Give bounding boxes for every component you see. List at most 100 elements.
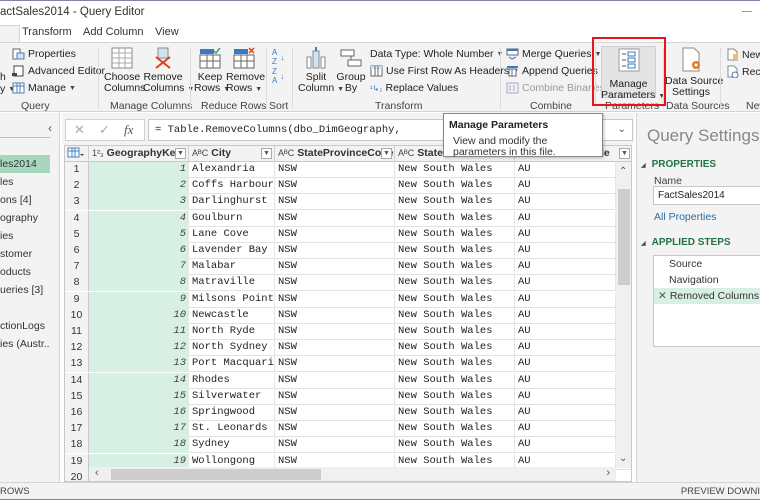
cell-stateprovincename[interactable]: New South Wales bbox=[395, 437, 515, 454]
query-item[interactable]: ography bbox=[0, 209, 50, 227]
cell-countryregioncode[interactable]: AU bbox=[515, 405, 616, 421]
data-type-dropdown[interactable]: Data Type: Whole Number ▼ bbox=[370, 48, 503, 60]
manage-button[interactable]: Manage ▼ bbox=[12, 82, 76, 94]
cell-stateprovincecode[interactable]: NSW bbox=[275, 275, 395, 292]
row-number[interactable]: 2 bbox=[65, 178, 89, 195]
row-number[interactable]: 11 bbox=[65, 324, 89, 340]
cell-countryregioncode[interactable]: AU bbox=[515, 421, 616, 438]
scroll-right-icon[interactable]: › bbox=[606, 467, 610, 479]
row-number[interactable]: 5 bbox=[65, 226, 89, 243]
refresh-preview-partial[interactable]: h bbox=[0, 71, 6, 83]
query-item[interactable]: stomer bbox=[0, 245, 50, 263]
column-filter-button[interactable]: ▼ bbox=[619, 148, 630, 159]
cell-stateprovincecode[interactable]: NSW bbox=[275, 307, 395, 324]
cell-stateprovincecode[interactable]: NSW bbox=[275, 243, 395, 259]
row-number[interactable]: 19 bbox=[65, 453, 89, 470]
cell-stateprovincename[interactable]: New South Wales bbox=[395, 259, 515, 276]
cell-stateprovincename[interactable]: New South Wales bbox=[395, 210, 515, 227]
query-item[interactable]: oducts bbox=[0, 263, 50, 281]
query-item[interactable]: ons [4] bbox=[0, 191, 50, 209]
split-column-button[interactable]: Split Column ▼ bbox=[298, 47, 344, 95]
row-number[interactable]: 6 bbox=[65, 243, 89, 259]
row-number[interactable]: 1 bbox=[65, 162, 89, 178]
cell-city[interactable]: Silverwater bbox=[189, 388, 275, 405]
row-number[interactable]: 15 bbox=[65, 388, 89, 405]
cell-stateprovincecode[interactable]: NSW bbox=[275, 421, 395, 438]
delete-step-icon[interactable]: ✕ bbox=[658, 290, 667, 302]
row-number[interactable]: 4 bbox=[65, 210, 89, 227]
column-filter-button[interactable]: ▼ bbox=[261, 148, 272, 159]
cell-countryregioncode[interactable]: AU bbox=[515, 372, 616, 389]
cell-countryregioncode[interactable]: AU bbox=[515, 307, 616, 324]
cell-stateprovincename[interactable]: New South Wales bbox=[395, 421, 515, 438]
cell-city[interactable]: Coffs Harbour bbox=[189, 178, 275, 195]
row-number[interactable]: 9 bbox=[65, 291, 89, 308]
choose-columns-button[interactable]: Choose Columns bbox=[104, 47, 145, 94]
cell-city[interactable]: Goulburn bbox=[189, 210, 275, 227]
column-header-geographykey[interactable]: 1²₃ GeographyKey ▼ bbox=[89, 146, 189, 162]
cell-stateprovincename[interactable]: New South Wales bbox=[395, 243, 515, 259]
tab-view[interactable]: View bbox=[155, 26, 179, 38]
row-number[interactable]: 14 bbox=[65, 372, 89, 389]
cell-stateprovincename[interactable]: New South Wales bbox=[395, 178, 515, 195]
cell-stateprovincename[interactable]: New South Wales bbox=[395, 162, 515, 178]
row-number[interactable]: 16 bbox=[65, 405, 89, 421]
column-header-city[interactable]: AᴮC City ▼ bbox=[189, 146, 275, 162]
cell-stateprovincename[interactable]: New South Wales bbox=[395, 405, 515, 421]
cell-geographykey[interactable]: 11 bbox=[89, 324, 189, 340]
cell-stateprovincecode[interactable]: NSW bbox=[275, 388, 395, 405]
cell-geographykey[interactable]: 16 bbox=[89, 405, 189, 421]
query-item[interactable]: les2014 bbox=[0, 155, 50, 173]
query-group[interactable]: ueries [3] bbox=[0, 281, 50, 299]
column-filter-button[interactable]: ▼ bbox=[175, 148, 186, 159]
query-item[interactable]: les bbox=[0, 173, 50, 191]
cell-city[interactable]: Alexandria bbox=[189, 162, 275, 178]
cell-geographykey[interactable]: 6 bbox=[89, 243, 189, 259]
cell-stateprovincename[interactable]: New South Wales bbox=[395, 291, 515, 308]
properties-button[interactable]: Properties bbox=[12, 48, 76, 60]
remove-rows-button[interactable]: Remove Rows ▼ bbox=[226, 47, 265, 95]
cell-stateprovincename[interactable]: New South Wales bbox=[395, 226, 515, 243]
tab-add-column[interactable]: Add Column bbox=[83, 26, 144, 38]
cell-geographykey[interactable]: 10 bbox=[89, 307, 189, 324]
cell-geographykey[interactable]: 15 bbox=[89, 388, 189, 405]
group-by-button[interactable]: Group By bbox=[336, 47, 366, 94]
all-properties-link[interactable]: All Properties bbox=[654, 211, 716, 223]
cell-geographykey[interactable]: 9 bbox=[89, 291, 189, 308]
cell-countryregioncode[interactable]: AU bbox=[515, 178, 616, 195]
advanced-editor-button[interactable]: Advanced Editor bbox=[12, 65, 105, 77]
cell-stateprovincecode[interactable]: NSW bbox=[275, 356, 395, 373]
cell-countryregioncode[interactable]: AU bbox=[515, 259, 616, 276]
cell-geographykey[interactable]: 1 bbox=[89, 162, 189, 178]
cell-city[interactable]: St. Leonards bbox=[189, 421, 275, 438]
query-item[interactable]: ctionLogs bbox=[0, 317, 50, 335]
fx-icon[interactable]: fx bbox=[124, 122, 133, 138]
table-menu-button[interactable] bbox=[65, 146, 89, 162]
cell-city[interactable]: North Sydney bbox=[189, 340, 275, 357]
cell-countryregioncode[interactable]: AU bbox=[515, 226, 616, 243]
cell-city[interactable]: North Ryde bbox=[189, 324, 275, 340]
tab-transform[interactable]: Transform bbox=[22, 26, 72, 38]
sort-ascending-button[interactable]: A Z ↓ bbox=[272, 48, 284, 66]
cell-city[interactable]: Springwood bbox=[189, 405, 275, 421]
cell-stateprovincecode[interactable]: NSW bbox=[275, 291, 395, 308]
cell-stateprovincecode[interactable]: NSW bbox=[275, 405, 395, 421]
cell-city[interactable]: Lavender Bay bbox=[189, 243, 275, 259]
sort-descending-button[interactable]: Z A ↓ bbox=[272, 67, 284, 85]
column-filter-button[interactable]: ▼ bbox=[381, 148, 392, 159]
expand-formula-icon[interactable]: ⌄ bbox=[618, 124, 626, 136]
cell-stateprovincecode[interactable]: NSW bbox=[275, 340, 395, 357]
cell-geographykey[interactable]: 14 bbox=[89, 372, 189, 389]
query-item[interactable] bbox=[0, 299, 50, 317]
vertical-scrollbar[interactable]: ⌃ ⌄ bbox=[616, 162, 631, 468]
data-source-settings-button[interactable]: Data Source Settings bbox=[665, 47, 723, 98]
new-source-button[interactable]: New bbox=[726, 48, 760, 61]
combine-binaries-button[interactable]: Combine Binaries bbox=[506, 82, 605, 94]
row-number[interactable]: 3 bbox=[65, 194, 89, 211]
cell-countryregioncode[interactable]: AU bbox=[515, 162, 616, 178]
row-number[interactable]: 7 bbox=[65, 259, 89, 276]
cancel-formula-icon[interactable]: ✕ bbox=[74, 122, 85, 138]
cell-countryregioncode[interactable]: AU bbox=[515, 243, 616, 259]
cell-city[interactable]: Sydney bbox=[189, 437, 275, 454]
applied-step[interactable]: Navigation bbox=[654, 272, 760, 288]
